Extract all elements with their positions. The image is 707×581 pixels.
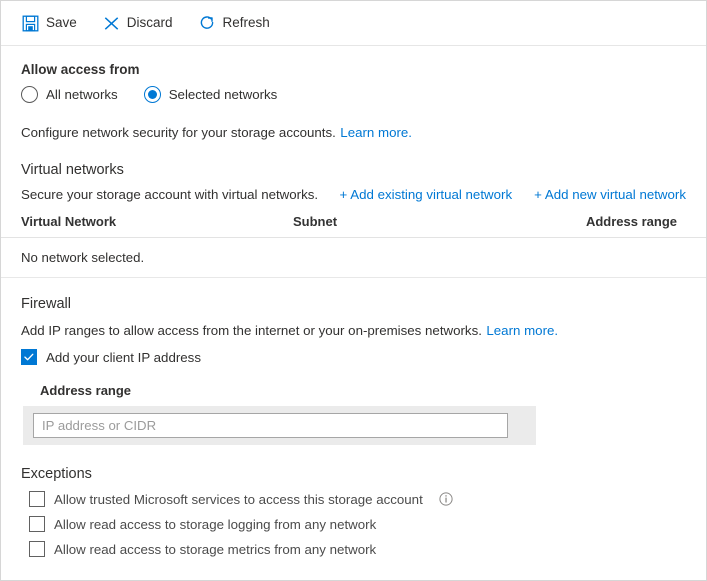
table-row: No network selected. [1, 238, 706, 278]
discard-icon [103, 15, 120, 32]
firewall-description: Add IP ranges to allow access from the i… [21, 322, 686, 340]
radio-unchecked-icon [21, 86, 38, 103]
checkbox-add-client-ip-label: Add your client IP address [46, 350, 201, 365]
discard-button-label: Discard [127, 16, 173, 30]
checkbox-unchecked-icon [29, 491, 45, 507]
network-description-text: Configure network security for your stor… [21, 125, 336, 140]
command-toolbar: Save Discard Refresh [1, 1, 706, 46]
radio-all-networks-label: All networks [46, 87, 118, 102]
refresh-button-label: Refresh [223, 16, 270, 30]
radio-selected-networks[interactable]: Selected networks [144, 86, 278, 103]
allow-access-label: Allow access from [21, 62, 686, 77]
allow-access-radio-group: All networks Selected networks [21, 86, 686, 103]
save-button-label: Save [46, 16, 77, 30]
checkbox-checked-icon [21, 349, 37, 365]
exceptions-section: Exceptions Allow trusted Microsoft servi… [1, 466, 706, 557]
checkbox-unchecked-icon [29, 541, 45, 557]
checkbox-allow-trusted-microsoft-services[interactable]: Allow trusted Microsoft services to acce… [29, 491, 686, 507]
checkbox-allow-read-access-metrics[interactable]: Allow read access to storage metrics fro… [29, 541, 686, 557]
column-header-address-range: Address range [561, 214, 686, 229]
checkbox-unchecked-icon [29, 516, 45, 532]
settings-content: Allow access from All networks Selected … [1, 62, 706, 557]
firewall-description-text: Add IP ranges to allow access from the i… [21, 323, 482, 338]
column-header-subnet: Subnet [293, 214, 561, 229]
refresh-icon [199, 15, 216, 32]
checkbox-allow-read-access-logging[interactable]: Allow read access to storage logging fro… [29, 516, 686, 532]
virtual-networks-actions: + Add existing virtual network + Add new… [340, 187, 686, 202]
address-range-label: Address range [40, 383, 706, 398]
virtual-networks-heading: Virtual networks [21, 162, 686, 178]
allow-access-section: Allow access from All networks Selected … [1, 62, 706, 103]
network-description-learn-more-link[interactable]: Learn more. [340, 125, 412, 140]
virtual-networks-section: Virtual networks Secure your storage acc… [1, 162, 706, 202]
checkbox-allow-read-access-metrics-label: Allow read access to storage metrics fro… [54, 542, 376, 557]
firewall-learn-more-link[interactable]: Learn more. [486, 323, 558, 338]
address-range-input-band [23, 406, 536, 445]
address-range-input[interactable] [33, 413, 508, 438]
virtual-networks-table: Virtual Network Subnet Address range No … [1, 214, 706, 278]
refresh-button[interactable]: Refresh [197, 11, 280, 36]
table-empty-message: No network selected. [21, 250, 144, 265]
table-header-row: Virtual Network Subnet Address range [1, 214, 706, 238]
checkbox-allow-read-access-logging-label: Allow read access to storage logging fro… [54, 517, 376, 532]
checkbox-allow-trusted-microsoft-services-label: Allow trusted Microsoft services to acce… [54, 492, 423, 507]
address-range-field: Address range [1, 383, 706, 445]
radio-all-networks[interactable]: All networks [21, 86, 118, 103]
add-existing-virtual-network-link[interactable]: + Add existing virtual network [340, 187, 513, 202]
firewall-section: Firewall Add IP ranges to allow access f… [1, 296, 706, 365]
checkbox-add-client-ip[interactable]: Add your client IP address [21, 349, 686, 365]
virtual-networks-subtext: Secure your storage account with virtual… [21, 187, 318, 202]
save-icon [22, 15, 39, 32]
virtual-networks-subrow: Secure your storage account with virtual… [21, 187, 686, 202]
exceptions-heading: Exceptions [21, 466, 686, 482]
add-new-virtual-network-link[interactable]: + Add new virtual network [534, 187, 686, 202]
save-button[interactable]: Save [20, 11, 87, 36]
firewall-heading: Firewall [21, 296, 686, 312]
radio-selected-networks-label: Selected networks [169, 87, 278, 102]
network-description: Configure network security for your stor… [1, 124, 706, 142]
radio-checked-icon [144, 86, 161, 103]
discard-button[interactable]: Discard [101, 11, 183, 36]
exceptions-list: Allow trusted Microsoft services to acce… [21, 491, 686, 557]
column-header-virtual-network: Virtual Network [21, 214, 293, 229]
info-icon[interactable] [439, 492, 453, 506]
network-settings-panel: Save Discard Refresh Allo [0, 0, 707, 581]
